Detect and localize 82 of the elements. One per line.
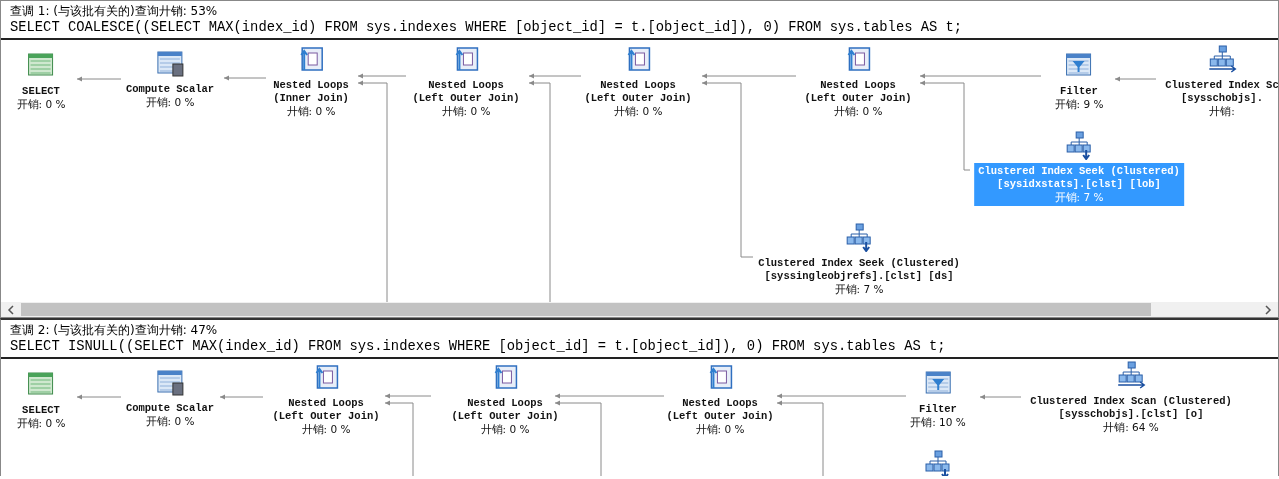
operator-name: Nested Loops <box>428 79 504 92</box>
operator-name: Nested Loops <box>820 79 896 92</box>
operator-cost: 开销: 0 % <box>145 96 195 109</box>
index-scan-icon[interactable] <box>1116 360 1146 390</box>
operator-name: Compute Scalar <box>125 402 215 415</box>
operator-cost: 廾销: 0 % <box>441 105 491 118</box>
operator-detail: (Inner Join) <box>273 92 349 105</box>
operator-node[interactable]: Filter 开销: 10 % <box>906 401 970 431</box>
operator-detail: (Left Outer Join) <box>272 410 380 423</box>
calculator-table-icon[interactable] <box>155 367 185 397</box>
operator-detail: [sysschobjs].[clst] [o] <box>1058 408 1204 421</box>
operator-name: Filter <box>1060 85 1098 98</box>
calculator-table-icon[interactable] <box>155 48 185 78</box>
operator-cost: 廾销: 0 % <box>301 423 351 436</box>
operator-node[interactable]: Compute Scalar 开销: 0 % <box>121 81 219 111</box>
connector-arrow <box>219 394 264 400</box>
operator-name: Clustered Index Sc <box>1165 79 1278 92</box>
operator-cost: 开销: 9 % <box>1054 98 1104 111</box>
operator-cost: 开销: 0 % <box>16 98 66 111</box>
operator-name: Nested Loops <box>288 397 364 410</box>
operator-node[interactable]: Clustered Index Seek (Clustered) [syssingleobjrefs].[clst] [ds] 开销: 7 % <box>754 255 964 298</box>
scrollbar-thumb[interactable] <box>21 303 1151 316</box>
operator-node[interactable]: Compute Scalar 开销: 0 % <box>121 400 219 430</box>
index-scan-icon[interactable] <box>1207 44 1237 74</box>
operator-cost: 廾销: 0 % <box>695 423 745 436</box>
operator-node[interactable]: Nested Loops (Left Outer Join) 廾销: 0 % <box>408 77 524 120</box>
operator-name: Filter <box>919 403 957 416</box>
operator-cost: 廾销: <box>1209 105 1235 118</box>
operator-name: Nested Loops <box>467 397 543 410</box>
operator-detail: (Left Outer Join) <box>666 410 774 423</box>
index-seek-icon[interactable] <box>844 222 874 252</box>
operator-cost: 廾销: 64 % <box>1103 421 1159 434</box>
connector-arrow <box>76 76 122 82</box>
operator-cost: 开销: 7 % <box>834 283 884 296</box>
operator-detail: (Left Outer Join) <box>451 410 559 423</box>
operator-cost: 廾销: 0 % <box>480 423 530 436</box>
operator-name: Compute Scalar <box>125 83 215 96</box>
connector-arrow <box>979 394 1022 400</box>
operator-name: Clustered Index Seek (Clustered) <box>758 257 960 270</box>
query-sql-text: SELECT COALESCE((SELECT MAX(index_id) FROM sys.indexes WHERE [object_id] = t.[object_id]), 0) FROM sys.tables AS t; <box>10 19 964 36</box>
operator-node[interactable]: SELECT 开销: 0 % <box>12 83 70 113</box>
operator-node[interactable]: Nested Loops (Left Outer Join) 廾销: 0 % <box>662 395 778 438</box>
operator-node[interactable]: SELECT 开销: 0 % <box>12 402 70 432</box>
operator-name: Clustered Index Scan (Clustered) <box>1030 395 1232 408</box>
operator-cost: 开销: 0 % <box>16 417 66 430</box>
operator-cost: 廾销: 0 % <box>613 105 663 118</box>
connector-arrow <box>223 75 267 81</box>
operator-cost: 开销: 0 % <box>145 415 195 428</box>
operator-detail: [syssingleobjrefs].[clst] [ds] <box>764 270 954 283</box>
operator-node[interactable]: Clustered Index Sc [sysschobjs]. 廾销: <box>1161 77 1278 120</box>
operator-detail: (Left Outer Join) <box>584 92 692 105</box>
operator-cost: 开销: 10 % <box>910 416 966 429</box>
query-cost-title: 查调 2: (与该批有关的)查询廾销: 47% <box>10 322 219 338</box>
operator-node[interactable]: Nested Loops (Inner Join) 廾销: 0 % <box>269 77 353 120</box>
index-seek-icon[interactable] <box>923 449 953 476</box>
operator-node[interactable]: Nested Loops (Left Outer Join) 廾销: 0 % <box>580 77 696 120</box>
operator-detail: (Left Outer Join) <box>804 92 912 105</box>
operator-detail: [sysschobjs]. <box>1181 92 1263 105</box>
operator-node[interactable]: Nested Loops (Left Outer Join) 廾销: 0 % <box>447 395 563 438</box>
operator-name: SELECT <box>22 404 60 417</box>
operator-cost: 廾销: 0 % <box>833 105 883 118</box>
operator-detail: (Left Outer Join) <box>412 92 520 105</box>
connector-arrow <box>1114 76 1157 82</box>
operator-name: SELECT <box>22 85 60 98</box>
operator-name: Nested Loops <box>273 79 349 92</box>
operator-node[interactable]: Clustered Index Scan (Clustered) [sysschobjs].[clst] [o] 廾销: 64 % <box>1026 393 1236 436</box>
operator-cost: 廾销: 0 % <box>286 105 336 118</box>
query-sql-text: SELECT ISNULL((SELECT MAX(index_id) FROM sys.indexes WHERE [object_id] = t.[object_id]), 0) FROM sys.tables AS t; <box>10 338 947 355</box>
index-seek-icon[interactable] <box>1064 130 1094 160</box>
operator-node[interactable]: Filter 开销: 9 % <box>1050 83 1108 113</box>
operator-name: Clustered Index Seek (Clustered) <box>978 165 1180 178</box>
scroll-left-icon[interactable] <box>5 303 17 316</box>
operator-node[interactable]: Nested Loops (Left Outer Join) 廾销: 0 % <box>800 77 916 120</box>
operator-name: Nested Loops <box>600 79 676 92</box>
scroll-right-icon[interactable] <box>1262 303 1274 316</box>
query-cost-title: 查调 1: (与该批有关的)查询廾销: 53% <box>10 3 219 19</box>
operator-cost: 开销: 7 % <box>1054 191 1104 204</box>
operator-node[interactable]: Nested Loops (Left Outer Join) 廾销: 0 % <box>268 395 384 438</box>
operator-detail: [sysidxstats].[clst] [lob] <box>997 178 1161 191</box>
horizontal-scrollbar[interactable] <box>1 302 1278 318</box>
connector-arrow <box>76 394 122 400</box>
operator-name: Nested Loops <box>682 397 758 410</box>
